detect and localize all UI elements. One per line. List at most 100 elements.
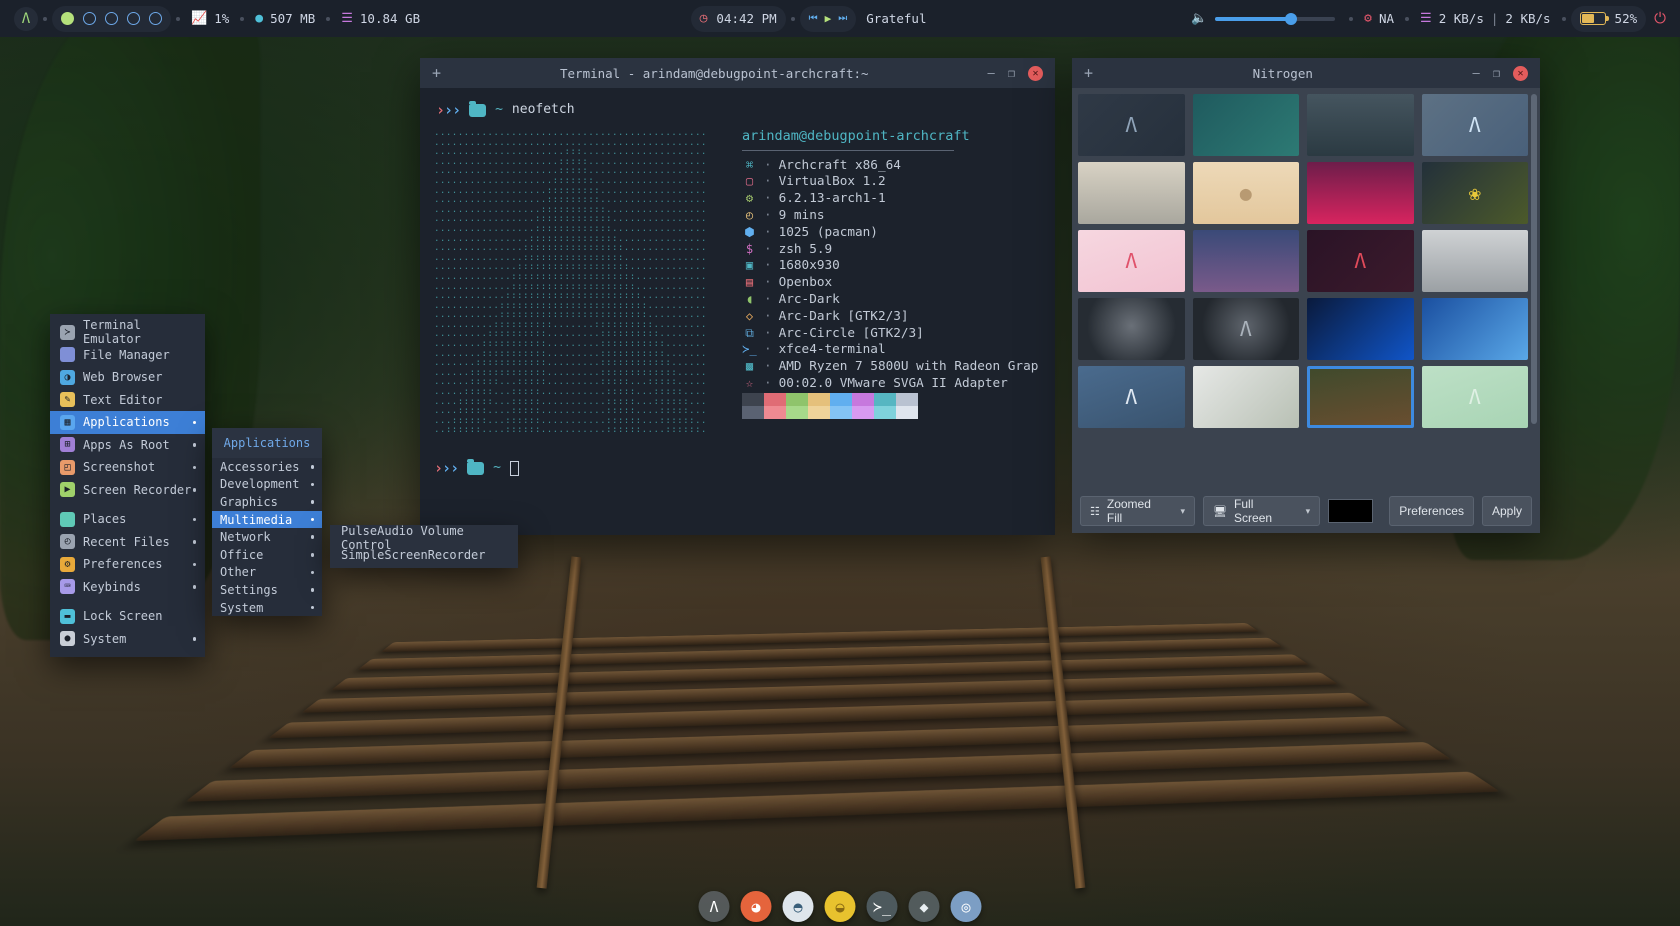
wallpaper-dark-orb-1[interactable] [1078,298,1185,360]
workspace-5[interactable] [149,12,162,25]
menu-item-screenshot[interactable]: ◰Screenshot [50,456,205,479]
wallpaper-grey-mountains[interactable] [1422,230,1529,292]
nitrogen-window[interactable]: + Nitrogen – ❐ ✕ ΛΛ●❀ΛΛΛΛΛ ☷ Zoomed Fill… [1072,58,1540,533]
dock-settings[interactable]: ◆ [909,891,940,922]
wallpaper-mountain-dusk[interactable] [1307,94,1414,156]
play-pause-icon[interactable]: ▶ [825,13,832,24]
multimedia-submenu[interactable]: PulseAudio Volume ControlSimpleScreenRec… [330,525,518,568]
maximize-button[interactable]: ❐ [1493,66,1500,80]
submenu-item-office[interactable]: Office [212,546,322,564]
application-dock[interactable]: Λ ◕ ◓ ◒ ≻_ ◆ ◎ [699,891,982,922]
maximize-button[interactable]: ❐ [1008,66,1015,80]
memory-indicator[interactable]: ● 507 MB [249,11,321,26]
menu-item-screen-recorder[interactable]: ▶Screen Recorder [50,479,205,502]
workspace-4[interactable] [127,12,140,25]
battery-indicator[interactable]: 52% [1571,6,1647,32]
wallpaper-synthwave-city[interactable] [1307,162,1414,224]
menu-item-file-manager[interactable]: File Manager [50,344,205,367]
plus-icon[interactable]: + [1072,64,1105,82]
workspace-3[interactable] [105,12,118,25]
openbox-root-menu[interactable]: ≻Terminal EmulatorFile Manager◑Web Brows… [50,314,205,657]
menu-item-keybinds[interactable]: ⌨Keybinds [50,576,205,599]
wallpaper-dark-orb-2[interactable]: Λ [1193,298,1300,360]
wallpaper-teal-abstract[interactable] [1193,94,1300,156]
archcraft-logo-icon[interactable]: Λ [14,7,38,31]
wallpaper-white-flowers[interactable] [1193,366,1300,428]
media-player-controls[interactable]: ⏮ ▶ ⏭ [800,6,857,32]
submenu-item-accessories[interactable]: Accessories [212,458,322,476]
preferences-button[interactable]: Preferences [1389,496,1474,526]
volume-slider-knob[interactable] [1285,13,1297,25]
screen-dropdown[interactable]: 🖥 Full Screen ▾ [1203,496,1320,526]
wallpaper-grid[interactable]: ΛΛ●❀ΛΛΛΛΛ [1078,94,1528,473]
power-icon[interactable]: ⏻ [1654,11,1666,26]
wallpaper-blue-archcraft[interactable]: Λ [1078,366,1185,428]
folder-icon [467,462,484,475]
multimedia-item[interactable]: PulseAudio Volume Control [330,529,518,547]
workspace-switcher[interactable] [52,6,171,32]
scrollbar-thumb[interactable] [1531,94,1537,424]
wallpaper-windows-blue-2[interactable] [1422,298,1529,360]
next-track-icon[interactable]: ⏭ [838,14,847,24]
wallpaper-forest-boardwalk[interactable] [1307,366,1414,428]
dock-terminal[interactable]: ≻_ [867,891,898,922]
submenu-indicator-icon [311,535,315,539]
applications-submenu[interactable]: Applications AccessoriesDevelopmentGraph… [212,428,322,616]
nitrogen-titlebar[interactable]: + Nitrogen – ❐ ✕ [1072,58,1540,88]
submenu-item-development[interactable]: Development [212,476,322,494]
close-button[interactable]: ✕ [1513,66,1528,81]
workspace-1[interactable] [61,12,74,25]
dock-nitrogen[interactable]: ◎ [951,891,982,922]
submenu-item-settings[interactable]: Settings [212,581,322,599]
minimize-button[interactable]: – [988,66,995,80]
submenu-item-network[interactable]: Network [212,528,322,546]
wallpaper-minimal-sand[interactable] [1078,162,1185,224]
wallpaper-dark-red-logo[interactable]: Λ [1307,230,1414,292]
menu-item-web-browser[interactable]: ◑Web Browser [50,366,205,389]
menu-item-terminal-emulator[interactable]: ≻Terminal Emulator [50,321,205,344]
wallpaper-beige-moon[interactable]: ● [1193,162,1300,224]
menu-item-applications[interactable]: ▦Applications [50,411,205,434]
network-indicator[interactable]: ☰ 2 KB/s | 2 KB/s [1414,11,1557,26]
close-button[interactable]: ✕ [1028,66,1043,81]
terminal-body[interactable]: ››› ~ neofetch .........................… [420,88,1055,535]
wallpaper-city-night[interactable] [1193,230,1300,292]
dock-file-manager[interactable]: ◓ [783,891,814,922]
submenu-item-other[interactable]: Other [212,564,322,582]
submenu-item-graphics[interactable]: Graphics [212,493,322,511]
menu-item-text-editor[interactable]: ✎Text Editor [50,389,205,412]
minimize-button[interactable]: – [1473,66,1480,80]
previous-track-icon[interactable]: ⏮ [809,14,818,24]
disk-indicator[interactable]: ☰ 10.84 GB [335,11,426,26]
cpu-indicator[interactable]: 📈 1% [185,11,235,26]
menu-item-apps-as-root[interactable]: ⊞Apps As Root [50,434,205,457]
settings-indicator[interactable]: ⚙ NA [1358,11,1400,26]
menu-item-preferences[interactable]: ⚙Preferences [50,553,205,576]
clock-indicator[interactable]: ◷ 04:42 PM [691,6,786,32]
wallpaper-archcraft-blue[interactable]: Λ [1422,94,1529,156]
wallpaper-archcraft-dark-1[interactable]: Λ [1078,94,1185,156]
submenu-item-system[interactable]: System [212,599,322,617]
dock-text-editor[interactable]: ◒ [825,891,856,922]
wallpaper-sunflowers[interactable]: ❀ [1422,162,1529,224]
menu-item-places[interactable]: Places [50,508,205,531]
wallpaper-windows-blue-1[interactable] [1307,298,1414,360]
terminal-titlebar[interactable]: + Terminal - arindam@debugpoint-archcraf… [420,58,1055,88]
volume-slider[interactable] [1215,17,1335,21]
apply-button[interactable]: Apply [1482,496,1532,526]
plus-icon[interactable]: + [420,64,453,82]
menu-item-lock-screen[interactable]: ▬Lock Screen [50,605,205,628]
terminal-window[interactable]: + Terminal - arindam@debugpoint-archcraf… [420,58,1055,535]
wallpaper-grid-scrollbar[interactable] [1531,94,1537,464]
dock-archcraft-menu[interactable]: Λ [699,891,730,922]
volume-icon[interactable]: 🔈 [1191,12,1207,25]
workspace-2[interactable] [83,12,96,25]
background-color-swatch[interactable] [1328,499,1373,523]
wallpaper-pink-archcraft[interactable]: Λ [1078,230,1185,292]
menu-item-system[interactable]: ●System [50,628,205,651]
submenu-item-multimedia[interactable]: Multimedia [212,511,322,529]
menu-item-recent-files[interactable]: ◴Recent Files [50,531,205,554]
dock-firefox[interactable]: ◕ [741,891,772,922]
wallpaper-mint-archcraft[interactable]: Λ [1422,366,1529,428]
scale-mode-dropdown[interactable]: ☷ Zoomed Fill ▾ [1080,496,1195,526]
